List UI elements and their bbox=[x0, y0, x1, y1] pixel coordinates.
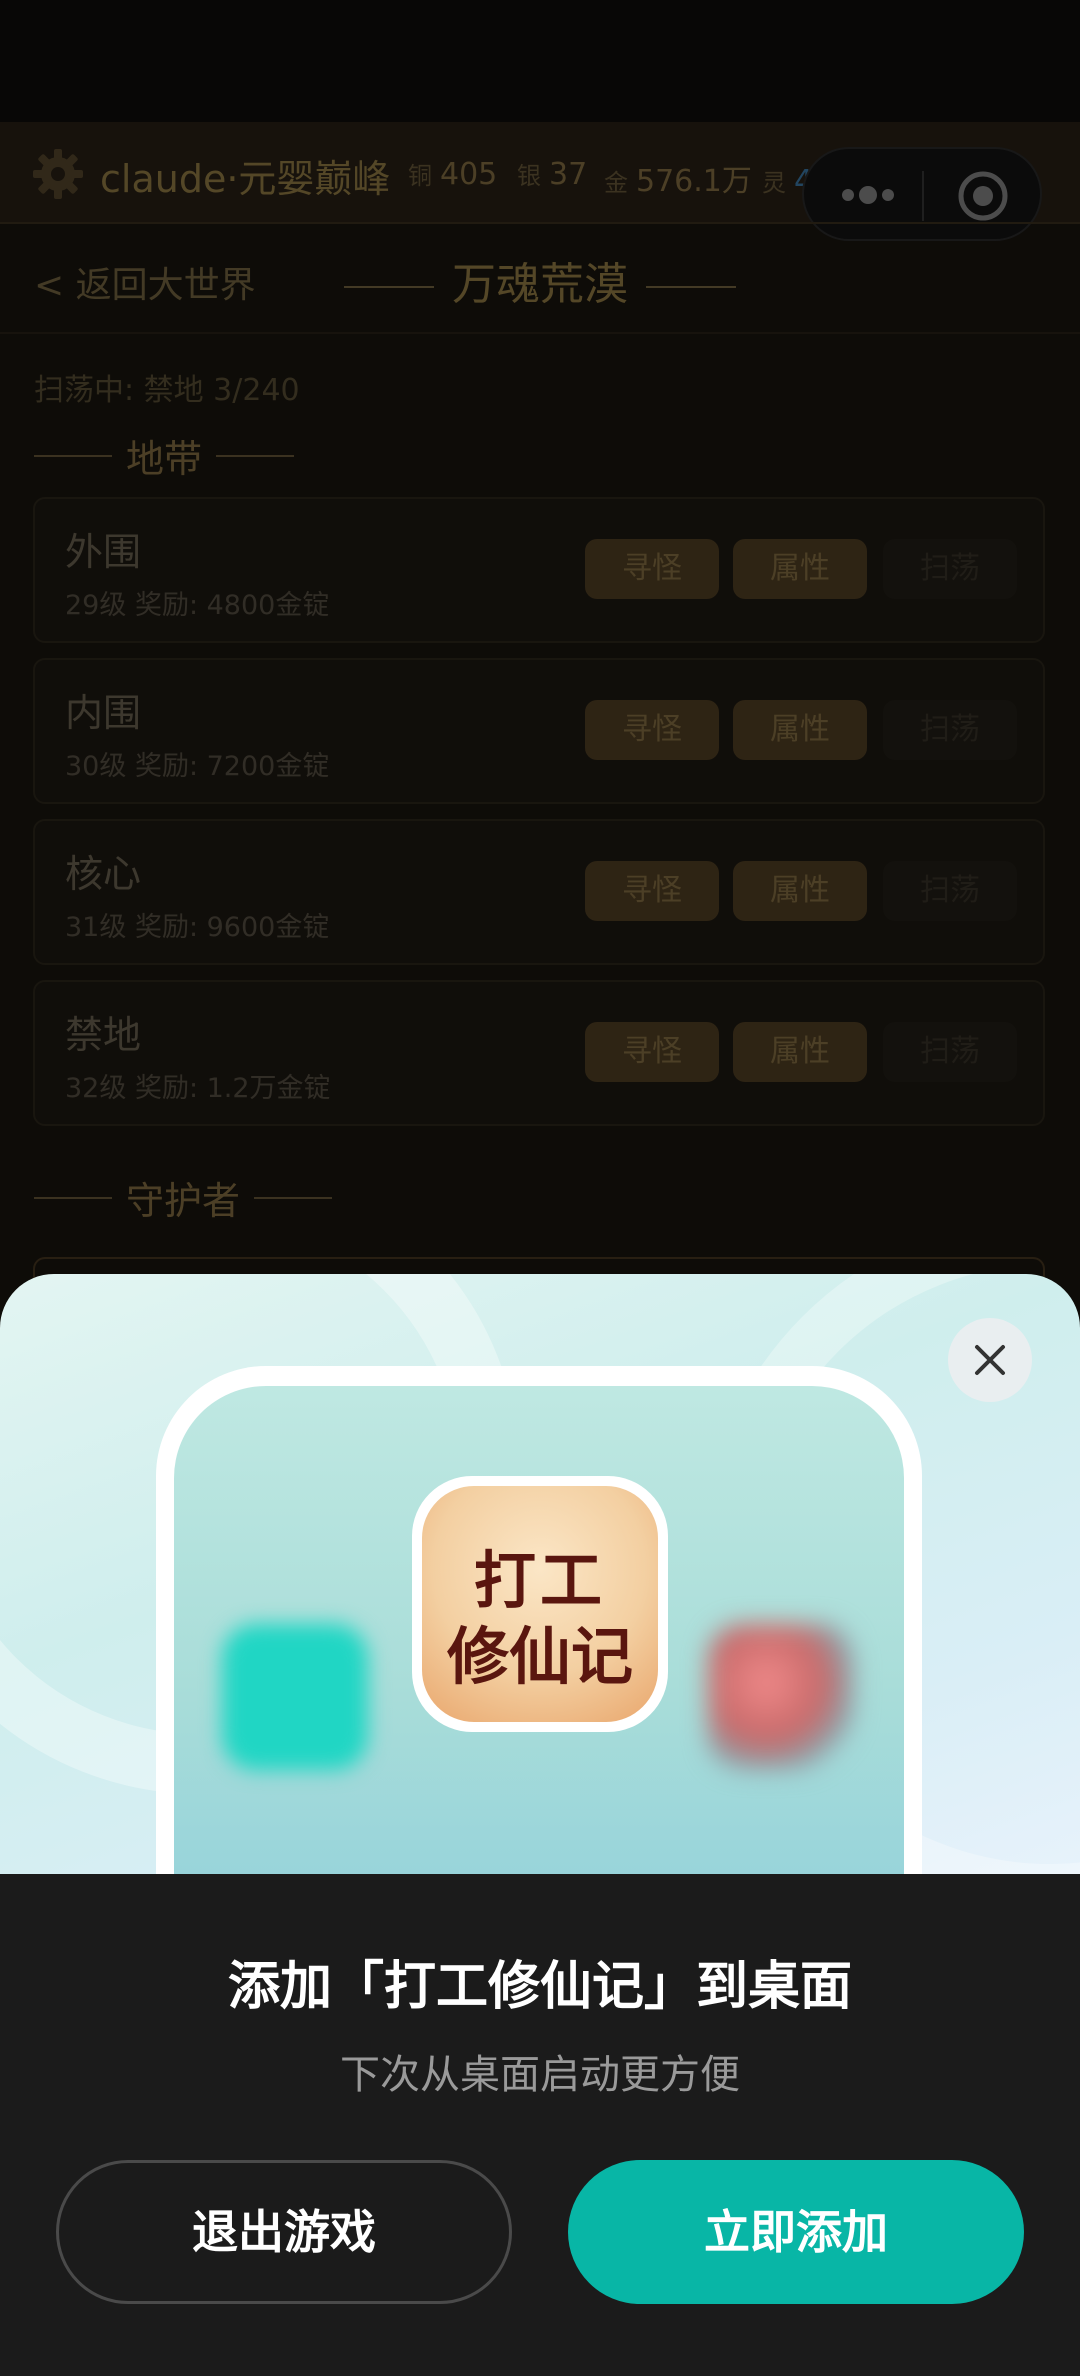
blurred-app-icon-left bbox=[222, 1624, 368, 1770]
app-icon-text-line2: 修仙记 bbox=[446, 1620, 633, 1693]
dialog-title: 添加「打工修仙记」到桌面 bbox=[227, 1957, 852, 2017]
blurred-app-icon-right bbox=[708, 1624, 854, 1770]
add-to-desktop-sheet: 打工 修仙记 添加「打工修仙记」到桌面 下次从桌面启动更方便 退出游戏 立即添加 bbox=[0, 1274, 1080, 2376]
close-button[interactable] bbox=[948, 1318, 1032, 1402]
close-icon bbox=[975, 1345, 1005, 1375]
hero-illustration: 打工 修仙记 bbox=[0, 1274, 1080, 1874]
dialog-subtitle: 下次从桌面启动更方便 bbox=[340, 2052, 740, 2098]
exit-game-button[interactable]: 退出游戏 bbox=[56, 2160, 512, 2304]
app-icon: 打工 修仙记 bbox=[412, 1476, 668, 1732]
app-icon-face: 打工 修仙记 bbox=[422, 1486, 658, 1722]
add-now-button[interactable]: 立即添加 bbox=[568, 2160, 1024, 2304]
